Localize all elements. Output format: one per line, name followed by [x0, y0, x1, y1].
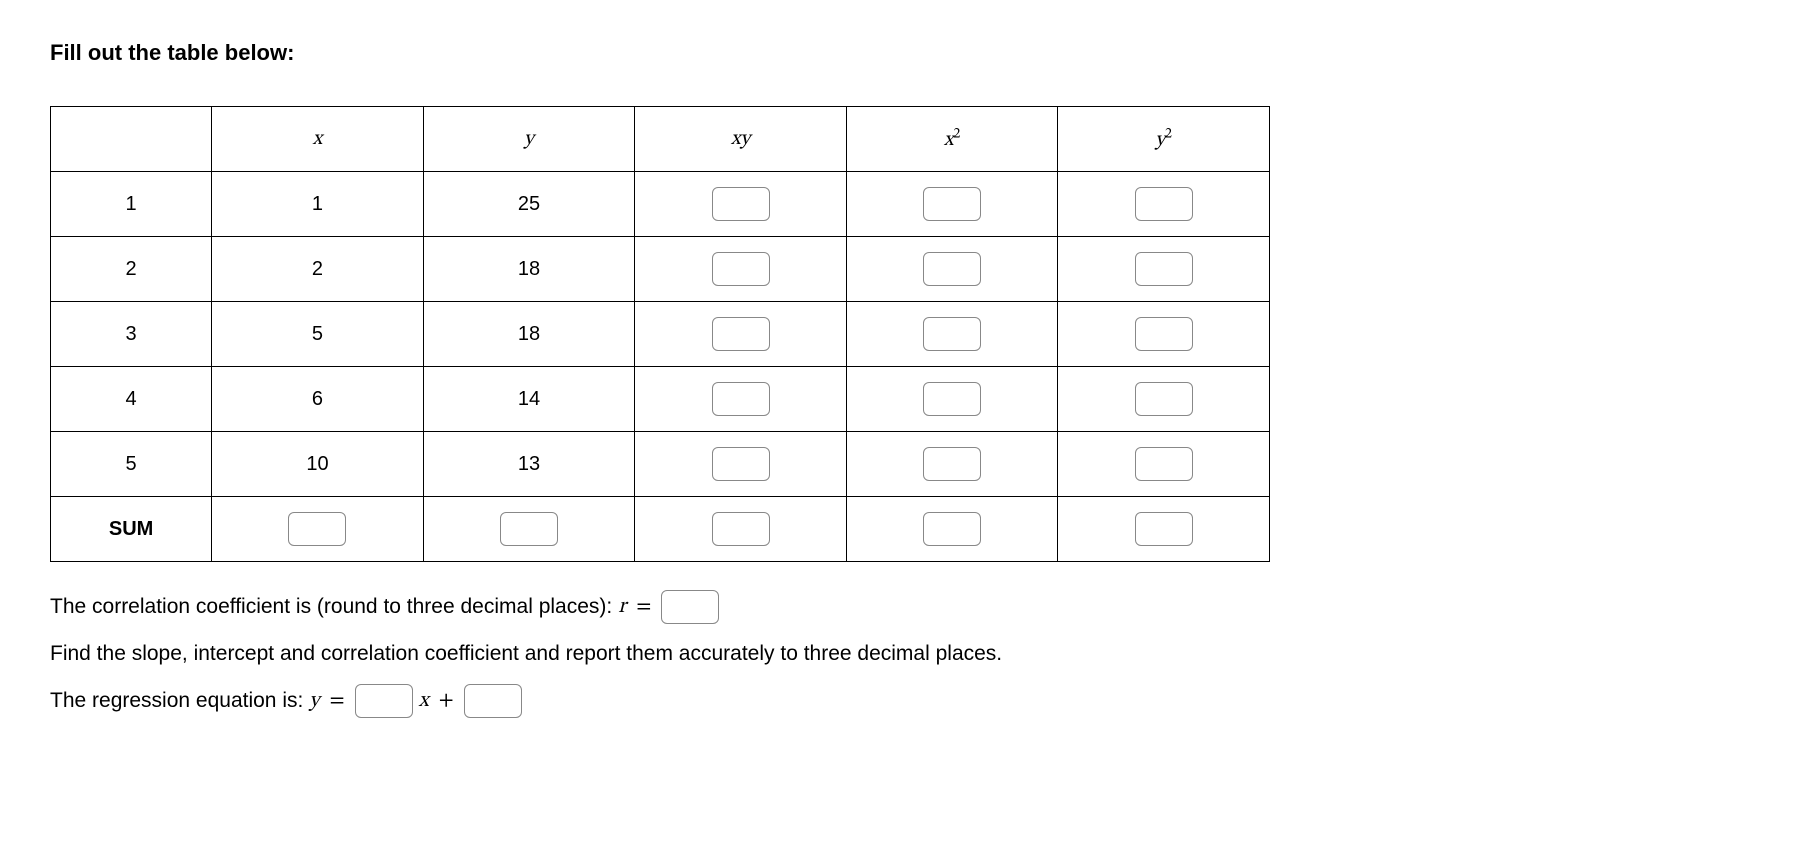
cell-y2	[1058, 237, 1270, 302]
math-x-rhs: x	[419, 688, 429, 714]
table-row: 4 6 14	[51, 367, 1270, 432]
input-xy-2[interactable]	[712, 252, 770, 286]
cell-n: 3	[51, 302, 212, 367]
input-sum-y2[interactable]	[1135, 512, 1193, 546]
cell-y: 13	[423, 432, 635, 497]
cell-xy	[635, 237, 847, 302]
input-y2-2[interactable]	[1135, 252, 1193, 286]
cell-y2	[1058, 172, 1270, 237]
math-x2: x2	[944, 130, 961, 150]
cell-y2	[1058, 367, 1270, 432]
page: Fill out the table below: x y xy x2 y2 1…	[0, 0, 1818, 776]
cell-y: 18	[423, 237, 635, 302]
cell-y: 14	[423, 367, 635, 432]
col-header-x: x	[212, 107, 424, 172]
input-sum-x2[interactable]	[923, 512, 981, 546]
cell-xy	[635, 367, 847, 432]
cell-x2	[846, 172, 1058, 237]
plus-sign: +	[435, 688, 458, 714]
cell-y2	[1058, 432, 1270, 497]
cell-x: 1	[212, 172, 424, 237]
input-x2-1[interactable]	[923, 187, 981, 221]
input-x2-4[interactable]	[923, 382, 981, 416]
cell-n: 2	[51, 237, 212, 302]
table-row: 5 10 13	[51, 432, 1270, 497]
input-xy-3[interactable]	[712, 317, 770, 351]
instruction-line: Find the slope, intercept and correlatio…	[50, 642, 1768, 666]
instruction-text: Find the slope, intercept and correlatio…	[50, 642, 1002, 666]
cell-x: 10	[212, 432, 424, 497]
heading: Fill out the table below:	[50, 40, 1768, 66]
table-header-row: x y xy x2 y2	[51, 107, 1270, 172]
cell-xy	[635, 302, 847, 367]
cell-xy	[635, 432, 847, 497]
cell-x: 5	[212, 302, 424, 367]
math-r: r	[618, 594, 626, 620]
cell-sum-y2	[1058, 497, 1270, 562]
col-header-y: y	[423, 107, 635, 172]
math-y-lhs: y	[309, 688, 319, 714]
regression-line: The regression equation is: y = x +	[50, 684, 1768, 718]
data-table: x y xy x2 y2 1 1 25 2 2 18	[50, 106, 1270, 562]
math-xy: xy	[731, 129, 750, 149]
col-header-xy: xy	[635, 107, 847, 172]
cell-x2	[846, 302, 1058, 367]
cell-sum-x	[212, 497, 424, 562]
cell-x2	[846, 432, 1058, 497]
input-sum-xy[interactable]	[712, 512, 770, 546]
input-x2-2[interactable]	[923, 252, 981, 286]
input-sum-y[interactable]	[500, 512, 558, 546]
equals-sign: =	[632, 594, 655, 620]
input-y2-4[interactable]	[1135, 382, 1193, 416]
math-y: y	[524, 129, 534, 149]
correlation-text: The correlation coefficient is (round to…	[50, 595, 612, 619]
input-r[interactable]	[661, 590, 719, 624]
table-row: 3 5 18	[51, 302, 1270, 367]
cell-x2	[846, 367, 1058, 432]
input-xy-5[interactable]	[712, 447, 770, 481]
input-x2-3[interactable]	[923, 317, 981, 351]
table-sum-row: SUM	[51, 497, 1270, 562]
cell-n: 1	[51, 172, 212, 237]
input-y2-5[interactable]	[1135, 447, 1193, 481]
cell-n: 5	[51, 432, 212, 497]
input-intercept[interactable]	[464, 684, 522, 718]
cell-x: 2	[212, 237, 424, 302]
input-y2-3[interactable]	[1135, 317, 1193, 351]
cell-sum-xy	[635, 497, 847, 562]
input-sum-x[interactable]	[288, 512, 346, 546]
input-x2-5[interactable]	[923, 447, 981, 481]
math-y2: y2	[1155, 130, 1172, 150]
math-x: x	[313, 129, 323, 149]
input-y2-1[interactable]	[1135, 187, 1193, 221]
input-xy-4[interactable]	[712, 382, 770, 416]
correlation-line: The correlation coefficient is (round to…	[50, 590, 1768, 624]
table-row: 2 2 18	[51, 237, 1270, 302]
cell-y2	[1058, 302, 1270, 367]
cell-y: 25	[423, 172, 635, 237]
cell-x2	[846, 237, 1058, 302]
col-header-y2: y2	[1058, 107, 1270, 172]
cell-y: 18	[423, 302, 635, 367]
input-slope[interactable]	[355, 684, 413, 718]
cell-sum-y	[423, 497, 635, 562]
input-xy-1[interactable]	[712, 187, 770, 221]
col-header-blank	[51, 107, 212, 172]
cell-xy	[635, 172, 847, 237]
equals-sign-2: =	[325, 688, 348, 714]
cell-sum-x2	[846, 497, 1058, 562]
col-header-x2: x2	[846, 107, 1058, 172]
table-row: 1 1 25	[51, 172, 1270, 237]
cell-x: 6	[212, 367, 424, 432]
sum-label: SUM	[51, 497, 212, 562]
regression-text: The regression equation is:	[50, 689, 303, 713]
cell-n: 4	[51, 367, 212, 432]
